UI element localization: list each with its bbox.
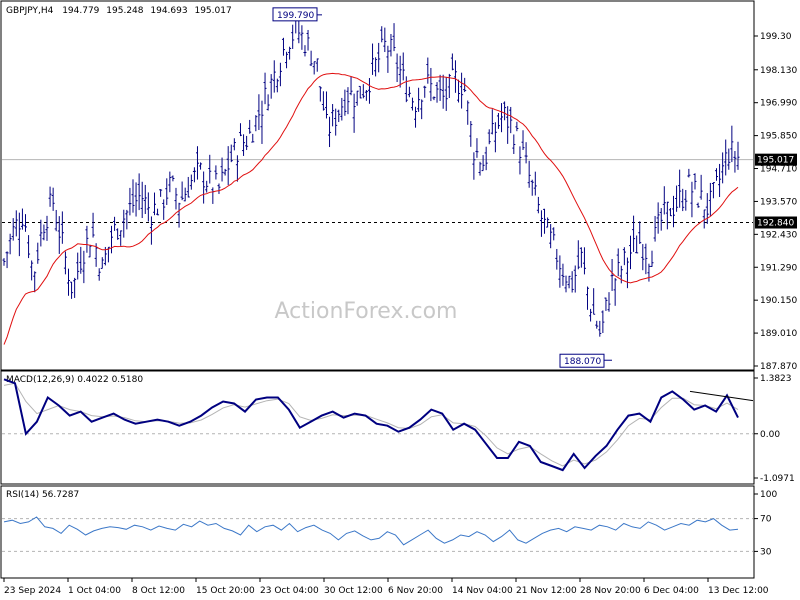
time-tick-label: 13 Dec 12:00: [708, 586, 769, 596]
time-tick-label: 30 Oct 12:00: [324, 586, 383, 596]
macd-title: MACD(12,26,9) 0.4022 0.5180: [6, 375, 143, 385]
rsi-panel: [0, 485, 755, 579]
time-tick-label: 23 Sep 2024: [4, 586, 61, 596]
price-tick-label: 192.430: [760, 230, 797, 240]
macd-panel: [0, 370, 755, 485]
time-tick-label: 6 Dec 04:00: [644, 586, 699, 596]
time-tick-label: 21 Nov 12:00: [516, 586, 577, 596]
time-tick-label: 8 Oct 12:00: [132, 586, 185, 596]
macd-tick-label: 0.00: [760, 430, 780, 440]
price-axis: 199.30 198.130 196.990 195.850 194.710 193.57…: [754, 32, 797, 372]
time-tick-label: 15 Oct 20:00: [196, 586, 255, 596]
rsi-line: [3, 516, 739, 546]
close-value: 195.017: [194, 6, 231, 16]
time-tick-label: 28 Nov 20:00: [580, 586, 641, 596]
support-level-marker-label: 192.840: [757, 219, 794, 229]
rsi-tick-label: 70: [760, 515, 772, 525]
rsi-tick-label: 30: [760, 547, 772, 557]
time-tick-label: 6 Nov 20:00: [388, 586, 443, 596]
signal-line: [3, 382, 739, 467]
current-price-marker-label: 195.017: [757, 156, 794, 166]
high-value: 195.248: [106, 6, 143, 16]
watermark: ActionForex.com: [275, 299, 458, 324]
rsi-tick-label: 100: [760, 490, 777, 500]
price-tick-label: 191.290: [760, 263, 797, 273]
macd-tick-label: 1.3823: [760, 374, 792, 384]
rsi-title: RSI(14) 56.7287: [6, 490, 79, 500]
price-tick-label: 196.990: [760, 99, 797, 109]
price-tick-label: 187.870: [760, 362, 797, 372]
time-tick-label: 14 Nov 04:00: [452, 586, 513, 596]
time-tick-label: 1 Oct 04:00: [68, 586, 121, 596]
macd-line: [3, 378, 739, 472]
macd-indicator: 1.3823 0.00 -1.0971: [2, 374, 795, 484]
price-reference-lines: [2, 159, 753, 224]
price-tick-label: 189.010: [760, 329, 797, 339]
open-value: 194.779: [62, 6, 99, 16]
price-tick-label: 198.130: [760, 66, 797, 76]
high-label: 199.790: [277, 11, 314, 21]
chart-canvas: ActionForex.com GBPJPY,H4 194.779 195.24…: [0, 0, 797, 596]
price-bars: [2, 10, 740, 337]
macd-trend-line: [689, 390, 754, 402]
symbol-text: GBPJPY,H4: [6, 6, 54, 16]
macd-tick-label: -1.0971: [760, 474, 795, 484]
symbol-label: GBPJPY,H4 194.779 195.248 194.693 195.01…: [6, 6, 232, 16]
rsi-indicator: 100 70 30: [2, 490, 777, 557]
price-tick-label: 193.570: [760, 197, 797, 207]
price-tick-label: 190.150: [760, 296, 797, 306]
low-label: 188.070: [564, 357, 601, 367]
time-axis: 23 Sep 2024 1 Oct 04:00 8 Oct 12:00 15 Oct …: [3, 578, 769, 596]
price-tick-label: 195.850: [760, 132, 797, 142]
price-tick-label: 194.710: [760, 165, 797, 175]
time-tick-label: 23 Oct 04:00: [260, 586, 319, 596]
low-value: 194.693: [150, 6, 187, 16]
price-tick-label: 199.30: [760, 32, 792, 42]
